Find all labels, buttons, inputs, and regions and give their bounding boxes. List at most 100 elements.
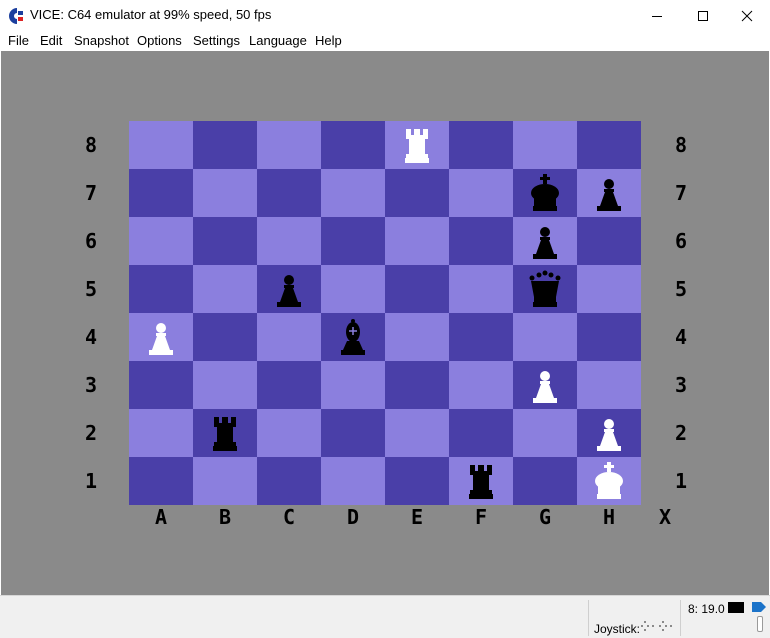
square-f7[interactable] (449, 169, 513, 217)
black-pawn-piece[interactable] (577, 169, 641, 217)
rank-label-left: 7 (84, 181, 98, 205)
square-a6[interactable] (129, 217, 193, 265)
square-b6[interactable] (193, 217, 257, 265)
square-e2[interactable] (385, 409, 449, 457)
square-d6[interactable] (321, 217, 385, 265)
square-a5[interactable] (129, 265, 193, 313)
square-f4[interactable] (449, 313, 513, 361)
menu-file[interactable]: File (8, 33, 29, 48)
maximize-button[interactable] (680, 0, 726, 31)
rank-label-left: 8 (84, 133, 98, 157)
square-c3[interactable] (257, 361, 321, 409)
square-a8[interactable] (129, 121, 193, 169)
square-g8[interactable] (513, 121, 577, 169)
square-d1[interactable] (321, 457, 385, 505)
square-a2[interactable] (129, 409, 193, 457)
minimize-button[interactable] (634, 0, 680, 31)
menu-options[interactable]: Options (137, 33, 182, 48)
square-c4[interactable] (257, 313, 321, 361)
square-b5[interactable] (193, 265, 257, 313)
menu-language[interactable]: Language (249, 33, 307, 48)
square-a1[interactable] (129, 457, 193, 505)
square-d3[interactable] (321, 361, 385, 409)
file-label: H (602, 505, 616, 529)
emulator-screen[interactable]: X 8 8 7 7 6 6 5 5 4 4 3 3 2 2 1 1 A B C D E F G H (1, 51, 769, 595)
white-rook-piece[interactable] (385, 121, 449, 169)
white-pawn-piece[interactable] (129, 313, 193, 361)
black-rook-piece[interactable] (449, 457, 513, 505)
title-bar: VICE: C64 emulator at 99% speed, 50 fps (0, 0, 770, 31)
black-king-piece[interactable] (513, 169, 577, 217)
menu-help[interactable]: Help (315, 33, 342, 48)
square-c1[interactable] (257, 457, 321, 505)
file-label: G (538, 505, 552, 529)
square-g1[interactable] (513, 457, 577, 505)
menu-bar: File Edit Snapshot Options Settings Lang… (0, 31, 770, 51)
square-b3[interactable] (193, 361, 257, 409)
minimize-icon (652, 15, 662, 17)
menu-edit[interactable]: Edit (40, 33, 62, 48)
square-h4[interactable] (577, 313, 641, 361)
rank-label-right: 7 (674, 181, 688, 205)
square-e6[interactable] (385, 217, 449, 265)
rank-label-right: 8 (674, 133, 688, 157)
menu-settings[interactable]: Settings (193, 33, 240, 48)
vice-logo-icon (9, 8, 23, 24)
corner-symbol: X (658, 505, 672, 529)
square-e1[interactable] (385, 457, 449, 505)
file-label: F (474, 505, 488, 529)
square-d8[interactable] (321, 121, 385, 169)
white-pawn-piece[interactable] (577, 409, 641, 457)
square-d7[interactable] (321, 169, 385, 217)
rank-label-left: 4 (84, 325, 98, 349)
square-e3[interactable] (385, 361, 449, 409)
black-pawn-piece[interactable] (513, 217, 577, 265)
white-king-piece[interactable] (577, 457, 641, 505)
close-button[interactable] (724, 0, 770, 31)
square-f2[interactable] (449, 409, 513, 457)
square-f6[interactable] (449, 217, 513, 265)
square-h6[interactable] (577, 217, 641, 265)
square-d2[interactable] (321, 409, 385, 457)
square-b1[interactable] (193, 457, 257, 505)
square-g2[interactable] (513, 409, 577, 457)
white-pawn-piece[interactable] (513, 361, 577, 409)
square-c8[interactable] (257, 121, 321, 169)
square-g4[interactable] (513, 313, 577, 361)
rank-label-right: 4 (674, 325, 688, 349)
rank-label-left: 2 (84, 421, 98, 445)
menu-snapshot[interactable]: Snapshot (74, 33, 129, 48)
square-f8[interactable] (449, 121, 513, 169)
square-e4[interactable] (385, 313, 449, 361)
square-c2[interactable] (257, 409, 321, 457)
square-h5[interactable] (577, 265, 641, 313)
chess-board[interactable] (129, 121, 641, 505)
square-b7[interactable] (193, 169, 257, 217)
square-b4[interactable] (193, 313, 257, 361)
file-label: C (282, 505, 296, 529)
square-h8[interactable] (577, 121, 641, 169)
rank-label-left: 6 (84, 229, 98, 253)
square-a3[interactable] (129, 361, 193, 409)
joystick-port-icon[interactable] (640, 620, 676, 634)
square-b8[interactable] (193, 121, 257, 169)
square-c6[interactable] (257, 217, 321, 265)
square-h3[interactable] (577, 361, 641, 409)
square-a7[interactable] (129, 169, 193, 217)
square-f5[interactable] (449, 265, 513, 313)
square-f3[interactable] (449, 361, 513, 409)
rank-label-right: 5 (674, 277, 688, 301)
square-c7[interactable] (257, 169, 321, 217)
black-bishop-piece[interactable] (321, 313, 385, 361)
black-rook-piece[interactable] (193, 409, 257, 457)
status-bar: 8: 19.0 Joystick: (0, 595, 770, 638)
square-e5[interactable] (385, 265, 449, 313)
square-e7[interactable] (385, 169, 449, 217)
square-d5[interactable] (321, 265, 385, 313)
resize-grip[interactable] (757, 616, 763, 632)
file-label: A (154, 505, 168, 529)
rank-label-left: 3 (84, 373, 98, 397)
black-pawn-piece[interactable] (257, 265, 321, 313)
black-queen-piece[interactable] (513, 265, 577, 313)
joystick-label: Joystick: (594, 622, 641, 636)
